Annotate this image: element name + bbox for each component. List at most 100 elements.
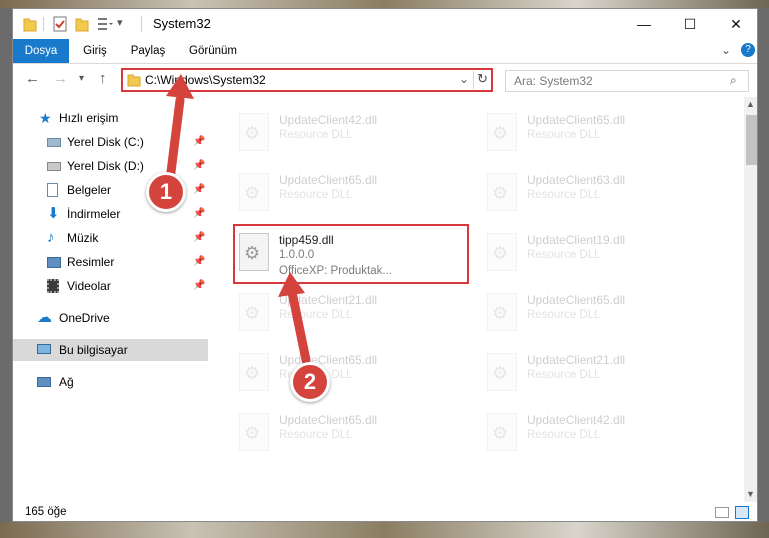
- dll-file-icon: ⚙: [239, 173, 269, 211]
- search-icon[interactable]: ⌕: [730, 73, 737, 88]
- file-name: UpdateClient65.dll: [279, 173, 378, 187]
- maximize-button[interactable]: ☐: [667, 9, 713, 39]
- list-item[interactable]: ⚙ UpdateClient42.dll Resource DLL: [479, 407, 719, 463]
- sidebar-item-network[interactable]: Ağ: [13, 371, 208, 393]
- sidebar-item-label: Videolar: [67, 279, 111, 293]
- file-description: Resource DLL: [527, 129, 601, 141]
- up-arrow-icon[interactable]: ↑: [99, 70, 107, 87]
- dll-file-icon: ⚙: [487, 173, 517, 211]
- recent-locations-icon[interactable]: ▾: [79, 73, 84, 84]
- star-icon: ★: [39, 110, 52, 126]
- file-name: UpdateClient42.dll: [527, 413, 626, 427]
- file-name: UpdateClient65.dll: [279, 413, 378, 427]
- status-bar: 165 öğe: [13, 502, 757, 521]
- view-options-icon[interactable]: [97, 16, 113, 32]
- pin-icon[interactable]: 📌: [193, 227, 205, 249]
- scrollbar-thumb[interactable]: [746, 115, 757, 165]
- list-item[interactable]: ⚙ UpdateClient63.dll Resource DLL: [479, 167, 719, 223]
- dll-file-icon: ⚙: [487, 233, 517, 271]
- vertical-scrollbar[interactable]: ▲ ▼: [744, 97, 757, 502]
- refresh-icon[interactable]: ↻: [477, 71, 488, 87]
- list-item[interactable]: ⚙ UpdateClient19.dll Resource DLL: [479, 227, 719, 283]
- close-button[interactable]: ✕: [713, 9, 757, 39]
- new-folder-icon[interactable]: [75, 16, 89, 32]
- drive-icon: [47, 162, 61, 171]
- dll-file-icon: ⚙: [239, 113, 269, 151]
- file-list: ⚙ UpdateClient42.dll Resource DLL ⚙ Upda…: [209, 97, 743, 502]
- step-1-badge: 1: [146, 172, 186, 212]
- dll-file-icon: ⚙: [487, 113, 517, 151]
- pin-icon[interactable]: 📌: [193, 203, 205, 225]
- list-item[interactable]: ⚙ UpdateClient65.dll Resource DLL: [231, 347, 471, 403]
- scroll-down-icon[interactable]: ▼: [746, 489, 755, 499]
- sidebar-item-label: Resimler: [67, 255, 115, 269]
- sidebar-item-label: Müzik: [67, 231, 99, 245]
- forward-arrow-icon[interactable]: →: [53, 70, 68, 87]
- tab-file[interactable]: Dosya: [13, 39, 69, 63]
- help-icon[interactable]: ?: [741, 43, 755, 57]
- title-bar: ▾ System32 — ☐ ✕: [13, 9, 757, 39]
- sidebar-item-this-pc[interactable]: Bu bilgisayar: [13, 339, 208, 361]
- pin-icon[interactable]: 📌: [193, 131, 205, 153]
- ribbon-tabs: Dosya Giriş Paylaş Görünüm ⌄ ?: [13, 39, 757, 64]
- search-input[interactable]: Ara: System32 ⌕: [505, 70, 749, 92]
- file-name: UpdateClient21.dll: [527, 353, 626, 367]
- file-description: Resource DLL: [279, 429, 353, 441]
- sidebar-item-music[interactable]: ♪ Müzik 📌: [13, 227, 208, 249]
- list-item[interactable]: ⚙ UpdateClient65.dll Resource DLL: [479, 107, 719, 163]
- cloud-icon: ☁: [37, 309, 52, 326]
- minimize-button[interactable]: —: [621, 9, 667, 39]
- tab-share[interactable]: Paylaş: [125, 39, 171, 63]
- search-placeholder: Ara: System32: [514, 74, 593, 88]
- sidebar-item-onedrive[interactable]: ☁ OneDrive: [13, 307, 208, 329]
- list-item[interactable]: ⚙ UpdateClient65.dll Resource DLL: [231, 167, 471, 223]
- file-name: UpdateClient21.dll: [279, 293, 378, 307]
- back-arrow-icon[interactable]: ←: [25, 70, 40, 87]
- sidebar-item-label: Yerel Disk (C:): [67, 135, 144, 149]
- pictures-icon: [47, 257, 61, 268]
- sidebar-item-quick-access[interactable]: ★ Hızlı erişim: [13, 107, 208, 129]
- list-item[interactable]: ⚙ UpdateClient42.dll Resource DLL: [231, 107, 471, 163]
- pin-icon[interactable]: 📌: [193, 251, 205, 273]
- separator: [43, 17, 44, 31]
- chevron-down-icon[interactable]: ⌄: [721, 43, 731, 57]
- address-path: C:\Windows\System32: [145, 73, 266, 87]
- file-description: Resource DLL: [279, 129, 353, 141]
- sidebar-item-local-disk-c[interactable]: Yerel Disk (C:) 📌: [13, 131, 208, 153]
- pin-icon[interactable]: 📌: [193, 275, 205, 297]
- address-dropdown-icon[interactable]: ⌄: [459, 72, 469, 86]
- music-icon: ♪: [47, 229, 55, 246]
- documents-icon: [47, 183, 58, 197]
- details-view-icon[interactable]: [715, 507, 729, 518]
- list-item[interactable]: ⚙ UpdateClient21.dll Resource DLL: [479, 347, 719, 403]
- sidebar-item-videos[interactable]: Videolar 📌: [13, 275, 208, 297]
- quick-access-dropdown-icon[interactable]: ▾: [117, 16, 123, 29]
- scroll-up-icon[interactable]: ▲: [746, 99, 755, 109]
- dll-file-icon: ⚙: [487, 353, 517, 391]
- sidebar-item-label: Belgeler: [67, 183, 112, 197]
- tab-view[interactable]: Görünüm: [183, 39, 243, 63]
- sidebar-item-local-disk-d[interactable]: Yerel Disk (D:) 📌: [13, 155, 208, 177]
- address-bar[interactable]: C:\Windows\System32 ⌄ ↻: [121, 68, 493, 92]
- tiles-view-icon[interactable]: [735, 506, 749, 519]
- sidebar-item-label: Bu bilgisayar: [59, 343, 128, 357]
- sidebar-item-label: Yerel Disk (D:): [67, 159, 144, 173]
- sidebar-item-label: Hızlı erişim: [59, 111, 119, 125]
- file-highlight-box: [233, 224, 469, 284]
- network-icon: [37, 377, 51, 387]
- step-2-badge: 2: [290, 362, 330, 402]
- file-name: UpdateClient42.dll: [279, 113, 378, 127]
- file-description: Resource DLL: [527, 369, 601, 381]
- sidebar-item-label: İndirmeler: [67, 207, 121, 221]
- videos-icon: [47, 279, 59, 293]
- pin-icon[interactable]: 📌: [193, 179, 205, 201]
- sidebar-item-pictures[interactable]: Resimler 📌: [13, 251, 208, 273]
- list-item[interactable]: ⚙ UpdateClient65.dll Resource DLL: [231, 407, 471, 463]
- list-item[interactable]: ⚙ UpdateClient65.dll Resource DLL: [479, 287, 719, 343]
- properties-icon[interactable]: [53, 16, 67, 32]
- dll-file-icon: ⚙: [487, 413, 517, 451]
- list-item[interactable]: ⚙ UpdateClient21.dll Resource DLL: [231, 287, 471, 343]
- pin-icon[interactable]: 📌: [193, 155, 205, 177]
- tab-home[interactable]: Giriş: [75, 39, 115, 63]
- download-icon: ⬇: [47, 205, 60, 222]
